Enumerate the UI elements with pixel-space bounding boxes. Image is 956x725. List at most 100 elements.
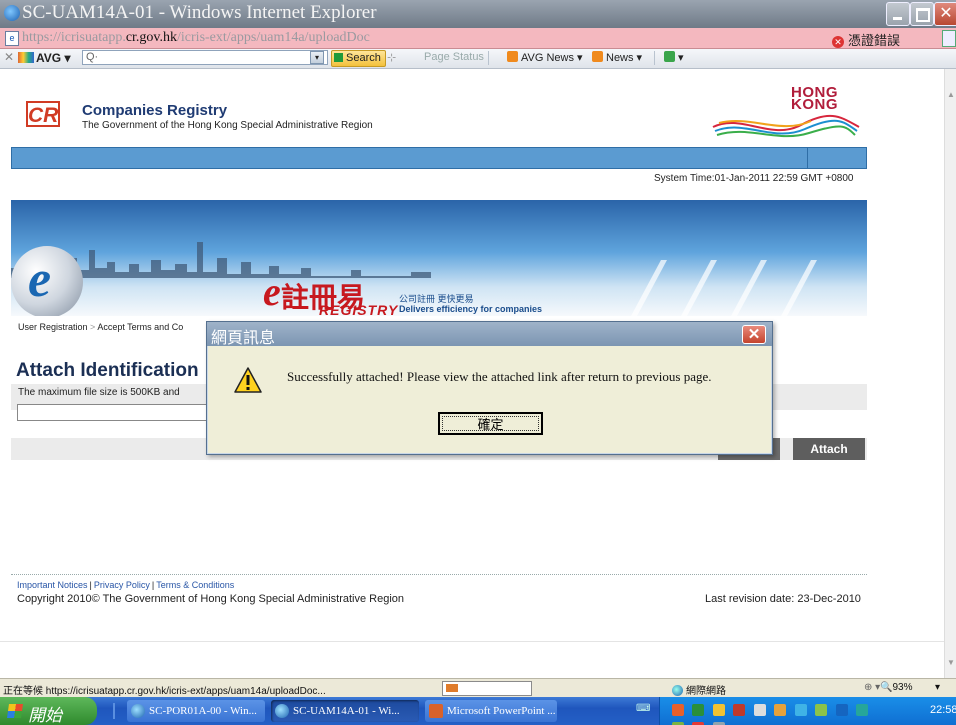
page-title: Attach Identification [16, 360, 199, 381]
navigation-bar [11, 147, 867, 169]
window-titlebar[interactable]: SC-UAM14A-01 - Windows Internet Explorer… [0, 0, 956, 28]
tray-app-icon[interactable] [753, 704, 766, 716]
tools-menu-button[interactable]: ▾ [664, 51, 684, 64]
taskbar-item-sc-uam14a[interactable]: SC-UAM14A-01 - Wi... [271, 700, 419, 722]
footer-divider [11, 574, 867, 575]
dialog-ok-button[interactable]: 確定 [438, 412, 543, 435]
message-dialog: 網頁訊息 ✕ Successfully attached! Please vie… [206, 321, 773, 455]
tray-app-icon[interactable] [794, 704, 807, 716]
status-text: 正在等候 https://icrisuatapp.cr.gov.hk/icris… [3, 686, 326, 697]
privacy-policy-link[interactable]: Privacy Policy [94, 580, 150, 590]
scroll-up-icon[interactable]: ▲ [946, 90, 956, 100]
toolbar-search-input[interactable]: Q· [82, 50, 328, 65]
site-subtitle: The Government of the Hong Kong Special … [82, 120, 373, 131]
close-toolbar-icon[interactable]: ✕ [4, 50, 14, 64]
powerpoint-icon [429, 704, 443, 718]
toolbar-search-button[interactable]: Search [331, 50, 386, 67]
dialog-message: Successfully attached! Please view the a… [287, 369, 712, 384]
file-path-input[interactable] [17, 404, 237, 421]
zoom-dropdown-icon[interactable]: ▾ [935, 682, 940, 693]
hong-kong-logo: HONG KONG [791, 84, 838, 113]
tray-icons [672, 703, 884, 725]
internet-zone[interactable]: 網際網路 [672, 682, 726, 697]
slogan-english: Delivers efficiency for companies [399, 304, 543, 314]
address-url[interactable]: https://icrisuatapp.cr.gov.hk/icris-ext/… [22, 30, 370, 46]
vertical-scrollbar[interactable]: ▲ ▼ [944, 69, 956, 678]
news-button[interactable]: News ▾ [592, 51, 642, 64]
certificate-error-icon: ✕ [832, 36, 844, 48]
search-arrow-icon [334, 53, 343, 62]
minimize-button[interactable] [886, 2, 910, 26]
pin-icon[interactable]: ⊹ [387, 51, 396, 64]
keyboard-icon[interactable]: ⌨ [636, 703, 650, 715]
taskbar-item-powerpoint[interactable]: Microsoft PowerPoint ... [425, 700, 557, 722]
compatibility-view-icon[interactable] [942, 30, 956, 47]
dialog-title: 網頁訊息 [211, 328, 276, 347]
copyright-text: Copyright 2010© The Government of Hong K… [17, 593, 405, 605]
tray-app-icon[interactable] [672, 704, 684, 716]
tray-app-icon[interactable] [835, 704, 848, 716]
dialog-body: Successfully attached! Please view the a… [208, 346, 771, 453]
hong-kong-swirl-logo [712, 114, 860, 138]
maximize-button[interactable] [910, 2, 934, 26]
zoom-level-button[interactable]: 🔍93% [880, 682, 912, 693]
ie-logo-icon [4, 5, 20, 21]
eregistry-brand: e 註冊易 REGISTRY 公司註冊 更快更易 Delivers effici… [263, 272, 542, 317]
site-name: Companies Registry [82, 102, 228, 119]
search-dropdown-icon[interactable]: ▾ [310, 51, 324, 64]
site-header: CR Companies Registry The Government of … [11, 83, 867, 143]
tray-app-icon[interactable] [856, 704, 869, 716]
tray-app-icon[interactable] [692, 704, 705, 716]
dialog-close-button[interactable]: ✕ [742, 325, 766, 344]
toolbar-separator [654, 51, 655, 65]
tray-app-icon[interactable] [774, 704, 787, 716]
tray-app-icon[interactable] [815, 704, 828, 716]
taskbar-item-sc-por01a[interactable]: SC-POR01A-00 - Win... [127, 700, 265, 722]
screen: SC-UAM14A-01 - Windows Internet Explorer… [0, 0, 956, 725]
rss-icon [592, 51, 603, 62]
system-time: System Time:01-Jan-2011 22:59 GMT +0800 [654, 173, 854, 184]
protected-mode-button[interactable]: ⊕ ▾ [864, 682, 880, 693]
file-size-hint: The maximum file size is 500KB and [18, 387, 180, 398]
breadcrumb: User Registration > Accept Terms and Co [18, 322, 184, 332]
cr-logo[interactable]: CR [26, 101, 60, 127]
page-bottom-divider [0, 641, 944, 642]
avg-menu[interactable]: AVG ▾ [18, 51, 70, 65]
tray-app-icon[interactable] [712, 704, 725, 716]
rss-icon [507, 51, 518, 62]
attach-button[interactable]: Attach [793, 438, 865, 460]
ie-icon [275, 704, 289, 718]
quicklaunch-separator [113, 703, 115, 719]
important-notices-link[interactable]: Important Notices [17, 580, 88, 590]
avg-logo-icon [18, 52, 34, 63]
eregistry-e-icon: e [263, 269, 281, 314]
breadcrumb-accept-terms[interactable]: Accept Terms and Co [97, 322, 183, 332]
warning-icon [234, 367, 262, 393]
start-label: 開始 [28, 706, 62, 725]
close-window-button[interactable]: ✕ [934, 2, 956, 26]
terms-conditions-link[interactable]: Terms & Conditions [156, 580, 234, 590]
system-tray: ⌨ 22:58 [636, 697, 956, 725]
banner-stripes [631, 260, 817, 316]
breadcrumb-user-registration[interactable]: User Registration [18, 322, 88, 332]
certificate-error-button[interactable]: ✕ 憑證錯誤 [832, 30, 900, 49]
windows-flag-icon [7, 704, 23, 718]
avg-news-button[interactable]: AVG News ▾ [507, 51, 583, 64]
loading-progress-bar [442, 681, 532, 696]
nav-divider [807, 148, 808, 168]
last-revision-date: Last revision date: 23-Dec-2010 [705, 593, 861, 605]
scroll-down-icon[interactable]: ▼ [946, 658, 956, 668]
taskbar-clock[interactable]: 22:58 [930, 704, 956, 716]
address-bar[interactable]: e https://icrisuatapp.cr.gov.hk/icris-ex… [0, 28, 956, 49]
tray-app-icon[interactable] [733, 704, 746, 716]
avg-toolbar: ✕ AVG ▾ Q· ▾ Search ⊹ Page Status AVG Ne… [0, 49, 956, 69]
footer-links: Important Notices | Privacy Policy | Terms &… [17, 580, 235, 590]
progress-fill [446, 684, 458, 692]
windows-taskbar: 開始 SC-POR01A-00 - Win... SC-UAM14A-01 - … [0, 697, 956, 725]
toolbar-separator [488, 51, 489, 65]
page-icon: e [5, 31, 19, 46]
status-bar: 正在等候 https://icrisuatapp.cr.gov.hk/icris… [0, 678, 956, 698]
page-status-button[interactable]: Page Status [424, 51, 484, 63]
start-button[interactable]: 開始 [0, 697, 97, 725]
dialog-titlebar[interactable]: 網頁訊息 ✕ [207, 322, 772, 347]
